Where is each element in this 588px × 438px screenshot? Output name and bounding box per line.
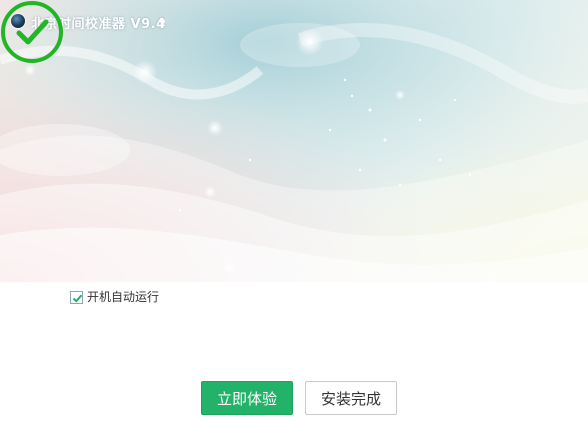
banner-background: 北京时间校准器 V9.4 [0, 0, 588, 282]
autostart-option[interactable]: 开机自动运行 [70, 290, 159, 304]
finish-install-button[interactable]: 安装完成 [305, 381, 397, 415]
installer-window: 北京时间校准器 V9.4 开机自动运行 立即体验 安装完成 [0, 0, 588, 438]
check-circle-icon [1, 1, 63, 63]
autostart-checkbox[interactable] [70, 290, 83, 304]
checkmark-icon [72, 294, 83, 303]
try-now-button[interactable]: 立即体验 [201, 381, 293, 415]
title-dot [160, 19, 165, 24]
autostart-label: 开机自动运行 [87, 290, 160, 304]
banner-art [0, 0, 588, 282]
